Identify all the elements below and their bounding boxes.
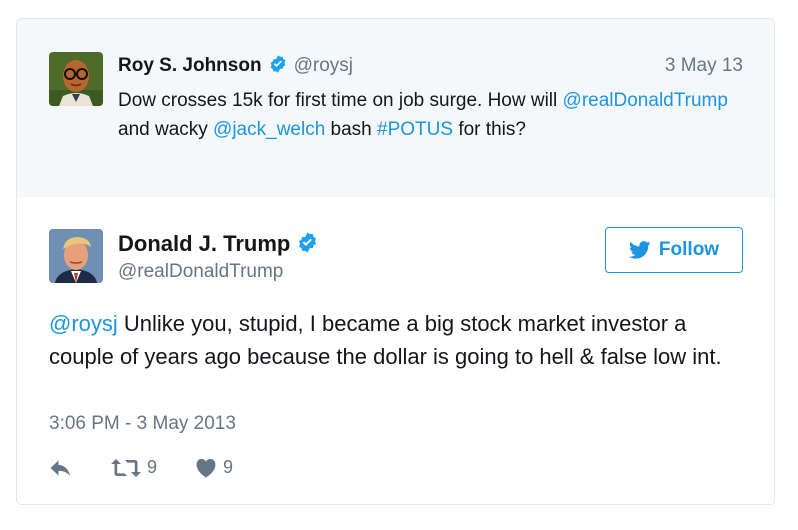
- follow-button[interactable]: Follow: [605, 227, 743, 273]
- parent-tweet-date[interactable]: 3 May 13: [665, 55, 743, 77]
- follow-button-label: Follow: [658, 239, 720, 260]
- mention-link[interactable]: @realDonaldTrump: [563, 90, 728, 111]
- main-author-name[interactable]: Donald J. Trump: [118, 231, 290, 256]
- reply-button[interactable]: [49, 458, 73, 478]
- verified-badge-icon: [299, 232, 317, 253]
- parent-text-segment: Dow crosses 15k for first time on job su…: [118, 90, 563, 111]
- parent-text-segment: for this?: [453, 119, 526, 140]
- like-count: 9: [223, 457, 234, 477]
- parent-tweet-text: Dow crosses 15k for first time on job su…: [118, 86, 728, 144]
- retweet-count: 9: [147, 457, 158, 477]
- mention-link[interactable]: @roysj: [49, 311, 118, 336]
- parent-author-handle[interactable]: @roysj: [294, 55, 353, 76]
- retweet-button[interactable]: 9: [111, 457, 157, 478]
- main-text-segment: Unlike you, stupid, I became a big stock…: [49, 311, 722, 369]
- twitter-bird-icon: [628, 241, 651, 259]
- parent-text-segment: and wacky: [118, 119, 214, 140]
- parent-author-avatar[interactable]: [49, 52, 103, 106]
- parent-text-segment: bash: [325, 119, 378, 140]
- heart-icon: [196, 458, 216, 478]
- tweet-timestamp[interactable]: 3:06 PM - 3 May 2013: [49, 413, 236, 435]
- quoted-parent-tweet[interactable]: Roy S. Johnson @roysj 3 May 13 Dow crosse…: [17, 19, 774, 197]
- parent-author-header: Roy S. Johnson @roysj: [118, 54, 353, 77]
- reply-icon: [50, 460, 70, 476]
- verified-badge-icon: [270, 55, 285, 73]
- parent-author-name[interactable]: Roy S. Johnson: [118, 55, 262, 76]
- main-tweet-text: @roysj Unlike you, stupid, I became a bi…: [49, 307, 754, 373]
- main-author-header: Donald J. Trump: [118, 231, 319, 257]
- main-author-handle[interactable]: @realDonaldTrump: [118, 261, 283, 283]
- tweet-actions: 9 9: [49, 457, 271, 478]
- like-button[interactable]: 9: [195, 457, 233, 478]
- retweet-icon: [111, 458, 141, 477]
- mention-link[interactable]: @jack_welch: [213, 119, 325, 140]
- hashtag-link[interactable]: #POTUS: [377, 119, 453, 140]
- embedded-tweet-card: Roy S. Johnson @roysj 3 May 13 Dow crosse…: [16, 18, 775, 505]
- main-author-avatar[interactable]: [49, 229, 103, 283]
